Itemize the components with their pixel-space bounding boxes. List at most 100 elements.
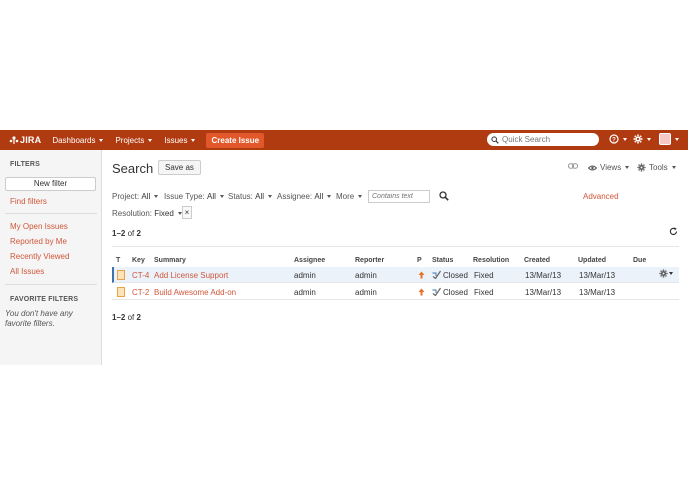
filter-issue-type[interactable]: Issue Type: All xyxy=(164,192,224,201)
find-filters-link[interactable]: Find filters xyxy=(10,197,47,206)
chevron-down-icon xyxy=(148,138,153,142)
views-dropdown[interactable]: Views xyxy=(588,163,630,172)
chevron-down-icon xyxy=(671,166,676,169)
assignee-cell[interactable]: admin xyxy=(294,288,316,297)
tools-label: Tools xyxy=(649,163,668,172)
share-link-button[interactable] xyxy=(568,163,578,169)
sidebar-item-my-open-issues[interactable]: My Open Issues xyxy=(10,222,68,231)
created-cell: 13/Mar/13 xyxy=(525,288,562,297)
results-of: of xyxy=(127,229,135,238)
created-cell: 13/Mar/13 xyxy=(525,271,562,280)
favorite-filters-heading: FAVORITE FILTERS xyxy=(10,296,79,303)
results-total: 2 xyxy=(136,313,141,322)
col-assignee[interactable]: Assignee xyxy=(294,257,325,264)
closed-status-icon xyxy=(432,270,441,279)
save-as-button[interactable]: Save as xyxy=(158,160,201,175)
nav-projects-label: Projects xyxy=(115,135,145,145)
eye-icon xyxy=(588,165,597,170)
more-filters-dropdown[interactable]: More xyxy=(336,192,363,201)
col-due[interactable]: Due xyxy=(633,257,646,264)
updated-cell: 13/Mar/13 xyxy=(579,288,616,297)
sidebar-item-all-issues[interactable]: All Issues xyxy=(10,267,44,276)
issue-summary-link[interactable]: Add License Support xyxy=(154,271,228,280)
results-range: 1–2 xyxy=(112,313,126,322)
table-row[interactable]: CT-2 Build Awesome Add-on admin admin Cl… xyxy=(112,284,679,300)
issue-key-link[interactable]: CT-4 xyxy=(132,271,149,280)
filter-status[interactable]: Status: All xyxy=(228,192,273,201)
filter-resolution-label: Resolution: xyxy=(112,209,153,218)
nav-issues-label: Issues xyxy=(164,135,188,145)
chevron-down-icon xyxy=(268,195,273,198)
sidebar-item-reported-by-me[interactable]: Reported by Me xyxy=(10,237,67,246)
chevron-down-icon xyxy=(669,272,673,275)
advanced-search-link[interactable]: Advanced xyxy=(583,192,619,201)
col-reporter[interactable]: Reporter xyxy=(355,257,384,264)
new-filter-button[interactable]: New filter xyxy=(5,177,96,191)
quick-search-box[interactable] xyxy=(487,133,599,146)
col-resolution[interactable]: Resolution xyxy=(473,257,509,264)
filter-status-label: Status: xyxy=(228,192,253,201)
results-of: of xyxy=(127,313,135,322)
col-type[interactable]: T xyxy=(116,257,120,264)
filter-assignee[interactable]: Assignee: All xyxy=(277,192,332,201)
chevron-down-icon xyxy=(99,138,104,142)
col-created[interactable]: Created xyxy=(524,257,550,264)
filter-assignee-value: All xyxy=(314,192,324,201)
chevron-down-icon xyxy=(154,195,159,198)
chevron-down-icon xyxy=(625,166,630,169)
col-key[interactable]: Key xyxy=(132,257,145,264)
col-priority[interactable]: P xyxy=(417,257,422,264)
sidebar-divider xyxy=(5,213,97,214)
admin-menu[interactable] xyxy=(633,134,651,144)
filter-project[interactable]: Project: All xyxy=(112,192,159,201)
issue-summary-link[interactable]: Build Awesome Add-on xyxy=(154,288,236,297)
jira-window: JIRA Dashboards Projects Issues Create I… xyxy=(0,130,688,365)
page-title: Search xyxy=(112,161,154,176)
priority-major-icon xyxy=(418,271,425,279)
help-menu[interactable]: ? xyxy=(609,134,627,144)
gear-icon xyxy=(633,134,643,144)
nav-projects[interactable]: Projects xyxy=(115,135,153,145)
nav-issues[interactable]: Issues xyxy=(164,135,196,145)
col-updated[interactable]: Updated xyxy=(578,257,606,264)
filter-resolution[interactable]: Resolution: Fixed xyxy=(112,209,182,218)
status-cell: Closed xyxy=(443,271,468,280)
top-navigation-bar: JIRA Dashboards Projects Issues Create I… xyxy=(0,130,688,150)
refresh-icon xyxy=(669,227,678,236)
filter-status-value: All xyxy=(255,192,265,201)
chevron-down-icon xyxy=(623,137,627,141)
reporter-cell[interactable]: admin xyxy=(355,288,377,297)
jira-logo-icon xyxy=(9,136,19,144)
updated-cell: 13/Mar/13 xyxy=(579,271,616,280)
row-actions-button[interactable] xyxy=(659,269,673,278)
nav-dashboards-label: Dashboards xyxy=(52,135,96,145)
resolution-cell: Fixed xyxy=(474,271,494,280)
search-submit-button[interactable] xyxy=(439,191,449,201)
chevron-down-icon xyxy=(647,137,651,141)
no-favorites-note: You don't have any favorite filters. xyxy=(5,309,73,328)
tools-dropdown[interactable]: Tools xyxy=(637,163,676,172)
results-count: 1–2 of 2 xyxy=(112,229,141,238)
table-row[interactable]: CT-4 Add License Support admin admin Clo… xyxy=(112,267,679,283)
filter-issue-type-value: All xyxy=(207,192,216,201)
resolution-cell: Fixed xyxy=(474,288,494,297)
refresh-button[interactable] xyxy=(669,227,678,236)
user-menu[interactable] xyxy=(659,133,679,145)
jira-logo[interactable]: JIRA xyxy=(9,135,41,145)
priority-major-icon xyxy=(418,288,425,296)
assignee-cell[interactable]: admin xyxy=(294,271,316,280)
col-status[interactable]: Status xyxy=(432,257,453,264)
quick-search-input[interactable] xyxy=(502,135,598,144)
reporter-cell[interactable]: admin xyxy=(355,271,377,280)
contains-text-input[interactable] xyxy=(368,190,430,203)
remove-filter-button[interactable]: × xyxy=(182,206,192,219)
nav-dashboards[interactable]: Dashboards xyxy=(52,135,104,145)
sidebar-item-recently-viewed[interactable]: Recently Viewed xyxy=(10,252,69,261)
col-summary[interactable]: Summary xyxy=(154,257,186,264)
issue-key-link[interactable]: CT-2 xyxy=(132,288,149,297)
filter-assignee-label: Assignee: xyxy=(277,192,313,201)
search-icon xyxy=(439,191,449,201)
create-issue-button[interactable]: Create Issue xyxy=(206,132,265,148)
filter-project-label: Project: xyxy=(112,192,140,201)
chevron-down-icon xyxy=(191,138,196,142)
